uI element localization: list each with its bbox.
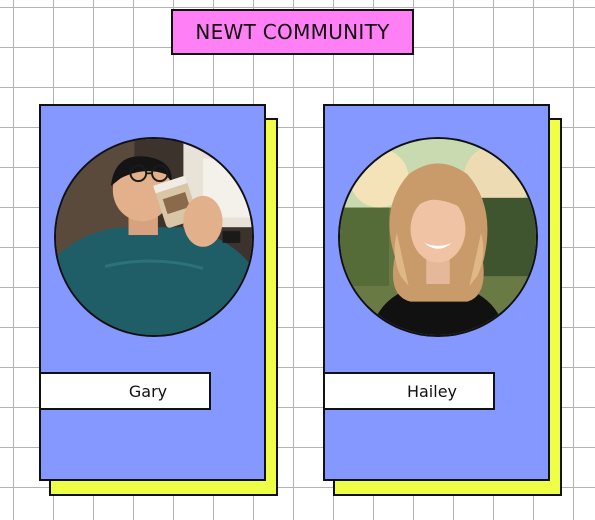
member-card-gary[interactable]: Gary [39, 104, 266, 481]
member-name: Hailey [406, 381, 458, 401]
page-title: NEWT COMMUNITY [171, 9, 414, 55]
member-name-box-gary: Gary [39, 372, 211, 410]
man-drinking-coffee-photo [56, 139, 252, 335]
member-card-hailey[interactable]: Hailey [323, 104, 550, 481]
member-photo-hailey [338, 137, 538, 337]
smiling-woman-photo [340, 139, 536, 335]
member-name: Gary [128, 381, 168, 401]
member-photo-gary [54, 137, 254, 337]
page-title-text: NEWT COMMUNITY [195, 20, 390, 44]
member-name-box-hailey: Hailey [323, 372, 495, 410]
